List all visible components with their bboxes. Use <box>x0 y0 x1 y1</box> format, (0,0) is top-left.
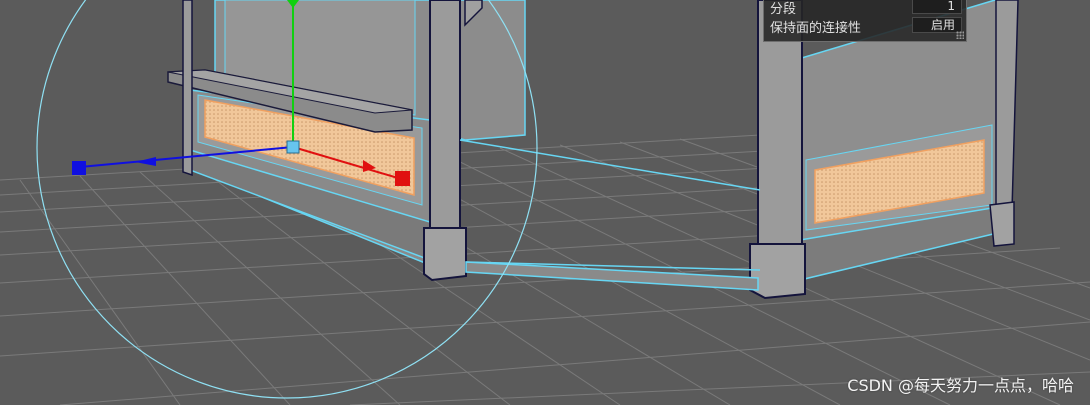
watermark: CSDN @每天努力一点点，哈哈 <box>847 376 1074 395</box>
post-left-front[interactable] <box>429 0 461 234</box>
hud-label: 保持面的连接性 <box>770 21 862 36</box>
in-view-editor-panel[interactable]: 分段 1 保持面的连接性 启用 <box>763 0 967 42</box>
hud-row-divisions[interactable]: 分段 1 <box>768 0 962 17</box>
hud-row-keep-faces-together[interactable]: 保持面的连接性 启用 <box>768 16 962 36</box>
keep-faces-together-toggle[interactable]: 启用 <box>912 17 962 33</box>
3d-viewport[interactable]: 分段 1 保持面的连接性 启用 CSDN @每天努力一点点，哈哈 <box>0 0 1090 405</box>
scene-canvas[interactable] <box>0 0 1090 405</box>
divisions-input[interactable]: 1 <box>912 0 962 14</box>
post-base-left[interactable] <box>423 227 467 282</box>
resize-grip-icon[interactable] <box>956 31 964 39</box>
hud-label: 分段 <box>770 2 797 17</box>
center-handle[interactable] <box>286 140 300 154</box>
